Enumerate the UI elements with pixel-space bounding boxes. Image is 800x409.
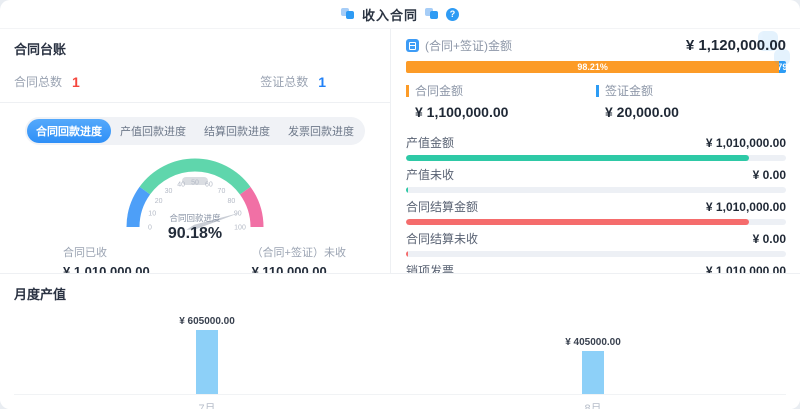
- contract-amount-segment: 98.21%: [406, 61, 779, 73]
- chart-bar-slot: ¥ 605000.00: [14, 316, 400, 394]
- meter-fill: [406, 155, 749, 161]
- bar-value-label: ¥ 405000.00: [565, 337, 621, 348]
- contract-count: 合同总数 1: [14, 73, 80, 90]
- legend-color-chip: [596, 85, 599, 97]
- monthly-output-panel: 月度产值 ¥ 605000.00 ¥ 405000.00 7月8月: [0, 273, 800, 409]
- gauge-tick: 70: [218, 188, 226, 195]
- contract-doc-icon: [341, 8, 355, 20]
- tab-2[interactable]: 产值回款进度: [111, 119, 195, 143]
- meter-track: [406, 219, 786, 225]
- payback-gauge: 0102030405060708090100 合同回款进度: [95, 147, 295, 235]
- ledger-counts: 合同总数 1 签证总数 1: [14, 73, 376, 90]
- chart-categories: 7月8月: [14, 400, 786, 409]
- legend-value: ¥ 20,000.00: [596, 104, 786, 120]
- chart-category-label: 7月: [14, 400, 400, 409]
- ledger-summary: 合同台账 合同总数 1 签证总数 1: [0, 29, 390, 103]
- gauge-tick: 10: [148, 211, 156, 218]
- legend-value: ¥ 1,100,000.00: [406, 104, 596, 120]
- meter-fill: [406, 187, 408, 193]
- payback-progress-section: 合同回款进度产值回款进度结算回款进度发票回款进度 010203040506070…: [0, 103, 390, 279]
- meter-row: 产值未收 ¥ 0.00: [406, 166, 786, 193]
- meter-value: ¥ 0.00: [753, 168, 786, 182]
- gauge-svg: 0102030405060708090100 合同回款进度: [95, 147, 295, 235]
- summary-title: (合同+签证)金额: [425, 37, 512, 54]
- header: 收入合同 ?: [0, 0, 800, 29]
- meter-track: [406, 251, 786, 257]
- meter-row: 产值金额 ¥ 1,010,000.00: [406, 134, 786, 161]
- contract-count-label: 合同总数: [14, 73, 62, 90]
- legend-color-chip: [406, 85, 409, 97]
- gauge-tick: 80: [228, 198, 236, 205]
- meter-value: ¥ 1,010,000.00: [706, 136, 786, 150]
- meter-value: ¥ 1,010,000.00: [706, 200, 786, 214]
- meter-label: 产值金额: [406, 134, 454, 151]
- summary-total: ¥ 1,120,000.00: [686, 37, 786, 54]
- bar-value-label: ¥ 605000.00: [179, 316, 235, 327]
- visa-count-value: 1: [318, 74, 326, 90]
- gauge-value: 90.18%: [0, 225, 390, 243]
- summary-header: (合同+签证)金额 ¥ 1,120,000.00: [406, 37, 786, 54]
- chart-bar-slot: ¥ 405000.00: [400, 337, 786, 394]
- help-icon[interactable]: ?: [446, 8, 459, 21]
- contract-visa-split-bar: 98.21% 1.79%: [406, 61, 786, 73]
- tab-3[interactable]: 结算回款进度: [195, 119, 279, 143]
- amount-summary-panel: (合同+签证)金额 ¥ 1,120,000.00 98.21% 1.79% 合同…: [392, 29, 800, 273]
- progress-tabs: 合同回款进度产值回款进度结算回款进度发票回款进度: [25, 117, 365, 145]
- contract-count-value: 1: [72, 74, 80, 90]
- page-title: 收入合同: [362, 5, 418, 24]
- legend-item: 合同金额 ¥ 1,100,000.00: [406, 82, 596, 120]
- gauge-tick: 60: [205, 182, 213, 189]
- document-icon: [425, 8, 439, 20]
- gauge-tick: 50: [191, 180, 199, 187]
- monthly-output-title: 月度产值: [14, 284, 786, 303]
- unreceived-label: （合同+签证）未收: [252, 244, 346, 260]
- tab-1[interactable]: 合同回款进度: [27, 119, 111, 143]
- income-contract-dashboard: 收入合同 ? 合同台账 合同总数 1 签证总数 1 合同回款进度产值回款进度结算…: [0, 0, 800, 409]
- gauge-tick: 40: [177, 182, 185, 189]
- legend-label: 合同金额: [415, 82, 463, 99]
- gauge-label: 合同回款进度: [169, 213, 221, 223]
- meter-row: 合同结算未收 ¥ 0.00: [406, 230, 786, 257]
- meter-track: [406, 187, 786, 193]
- gauge-ticks: 0102030405060708090100: [148, 180, 246, 232]
- meter-fill: [406, 251, 408, 257]
- monthly-output-chart: ¥ 605000.00 ¥ 405000.00: [14, 311, 786, 395]
- meter-label: 合同结算金额: [406, 198, 478, 215]
- gauge-tick: 30: [165, 188, 173, 195]
- contract-ledger-panel: 合同台账 合同总数 1 签证总数 1 合同回款进度产值回款进度结算回款进度发票回…: [0, 29, 391, 273]
- calc-doc-icon: [406, 39, 419, 52]
- chart-category-label: 8月: [400, 400, 786, 409]
- chart-bar: [582, 351, 604, 394]
- meter-row: 合同结算金额 ¥ 1,010,000.00: [406, 198, 786, 225]
- tab-4[interactable]: 发票回款进度: [279, 119, 363, 143]
- meter-label: 合同结算未收: [406, 230, 478, 247]
- chart-bar: [196, 330, 218, 394]
- visa-count-label: 签证总数: [260, 73, 308, 90]
- split-bar-legend: 合同金额 ¥ 1,100,000.00 签证金额 ¥ 20,000.00: [406, 82, 786, 120]
- legend-label: 签证金额: [605, 82, 653, 99]
- visa-count: 签证总数 1: [260, 73, 326, 90]
- legend-item: 签证金额 ¥ 20,000.00: [596, 82, 786, 120]
- meter-fill: [406, 219, 749, 225]
- meter-track: [406, 155, 786, 161]
- received-label: 合同已收: [63, 244, 150, 260]
- gauge-tick: 20: [155, 198, 163, 205]
- meter-value: ¥ 0.00: [753, 232, 786, 246]
- ledger-title: 合同台账: [14, 39, 376, 58]
- meter-label: 产值未收: [406, 166, 454, 183]
